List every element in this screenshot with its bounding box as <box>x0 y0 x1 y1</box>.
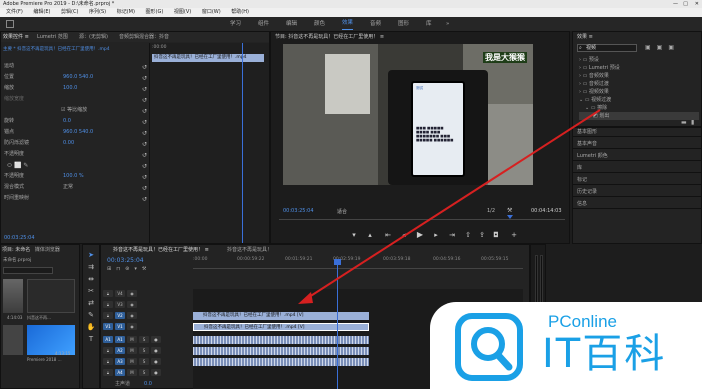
pconline-brand-text: PConline <box>548 312 617 331</box>
pconline-logo-icon <box>455 313 523 381</box>
pconline-watermark: PConline IT百科 <box>430 302 702 389</box>
premiere-window: Adobe Premiere Pro 2019 - D:\未命名.prproj … <box>0 0 702 389</box>
annotation-arrow-line <box>305 109 601 300</box>
pconline-section-text: IT百科 <box>542 331 667 377</box>
annotation-arrow-head <box>298 292 313 304</box>
